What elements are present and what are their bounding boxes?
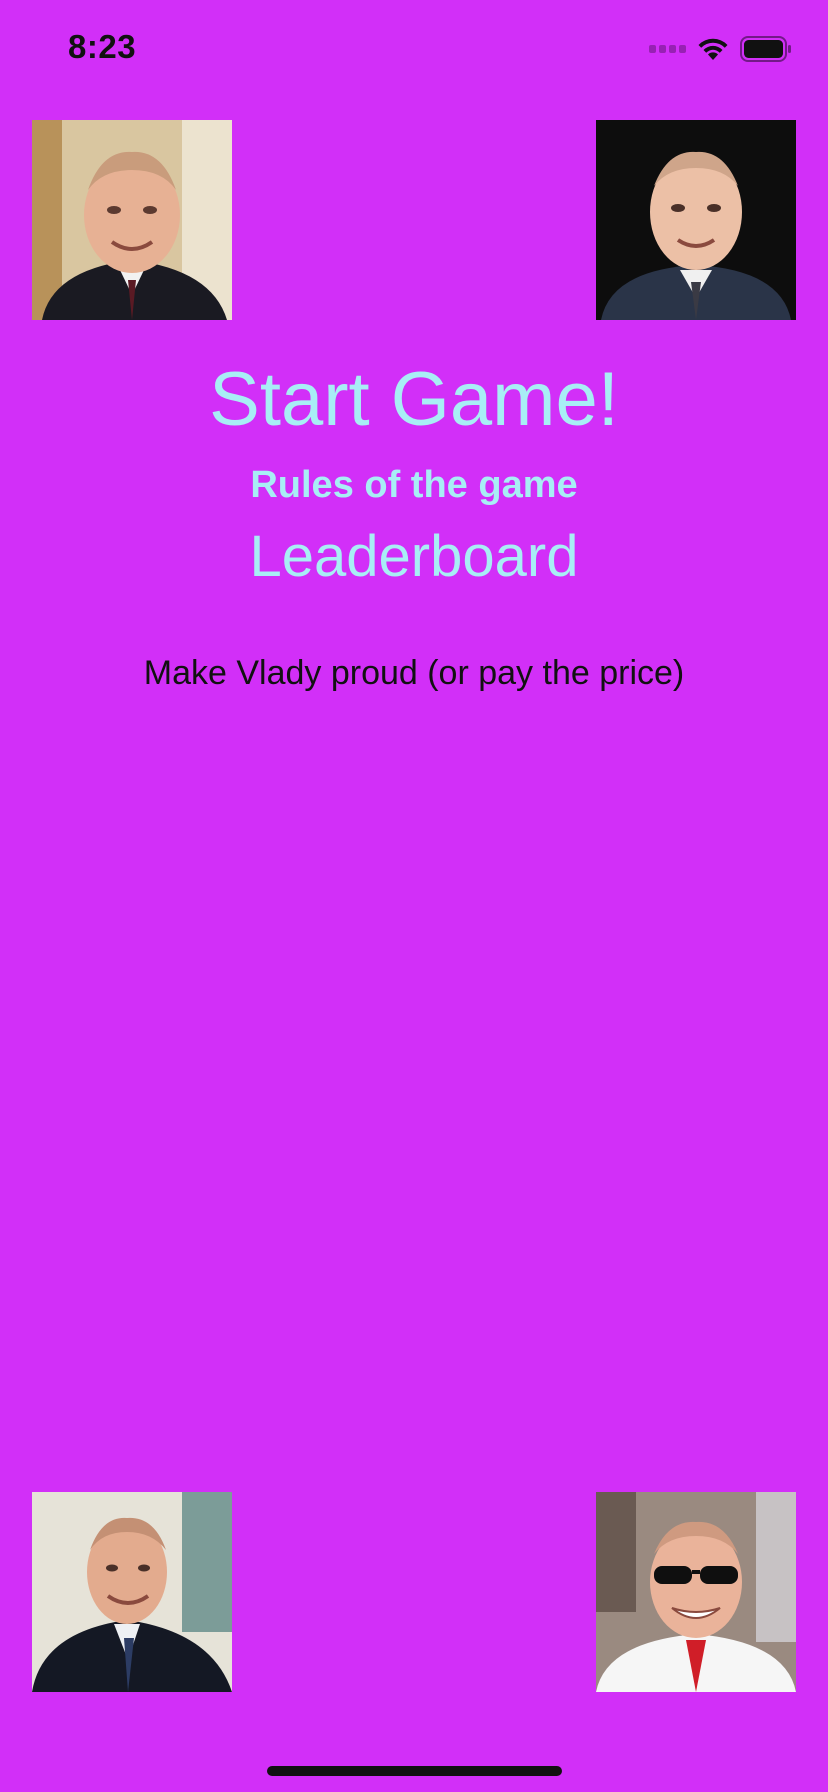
portrait-image-top-right (596, 120, 796, 320)
start-game-button[interactable]: Start Game! (0, 352, 828, 448)
wifi-icon (698, 38, 728, 60)
app-screen: 8:23 Start Game! Rules of the game Leade… (0, 0, 828, 1792)
battery-icon (740, 36, 791, 62)
portrait-image-bottom-left (32, 1492, 232, 1692)
signal-dots-icon (649, 45, 686, 53)
status-time: 8:23 (68, 28, 137, 65)
portrait-image-bottom-right (596, 1492, 796, 1692)
home-indicator[interactable] (267, 1766, 562, 1776)
status-icons (649, 34, 792, 64)
portrait-image-top-left (32, 120, 232, 320)
leaderboard-button[interactable]: Leaderboard (0, 522, 828, 592)
rules-button[interactable]: Rules of the game (0, 460, 828, 510)
tagline-text: Make Vlady proud (or pay the price) (143, 654, 685, 692)
